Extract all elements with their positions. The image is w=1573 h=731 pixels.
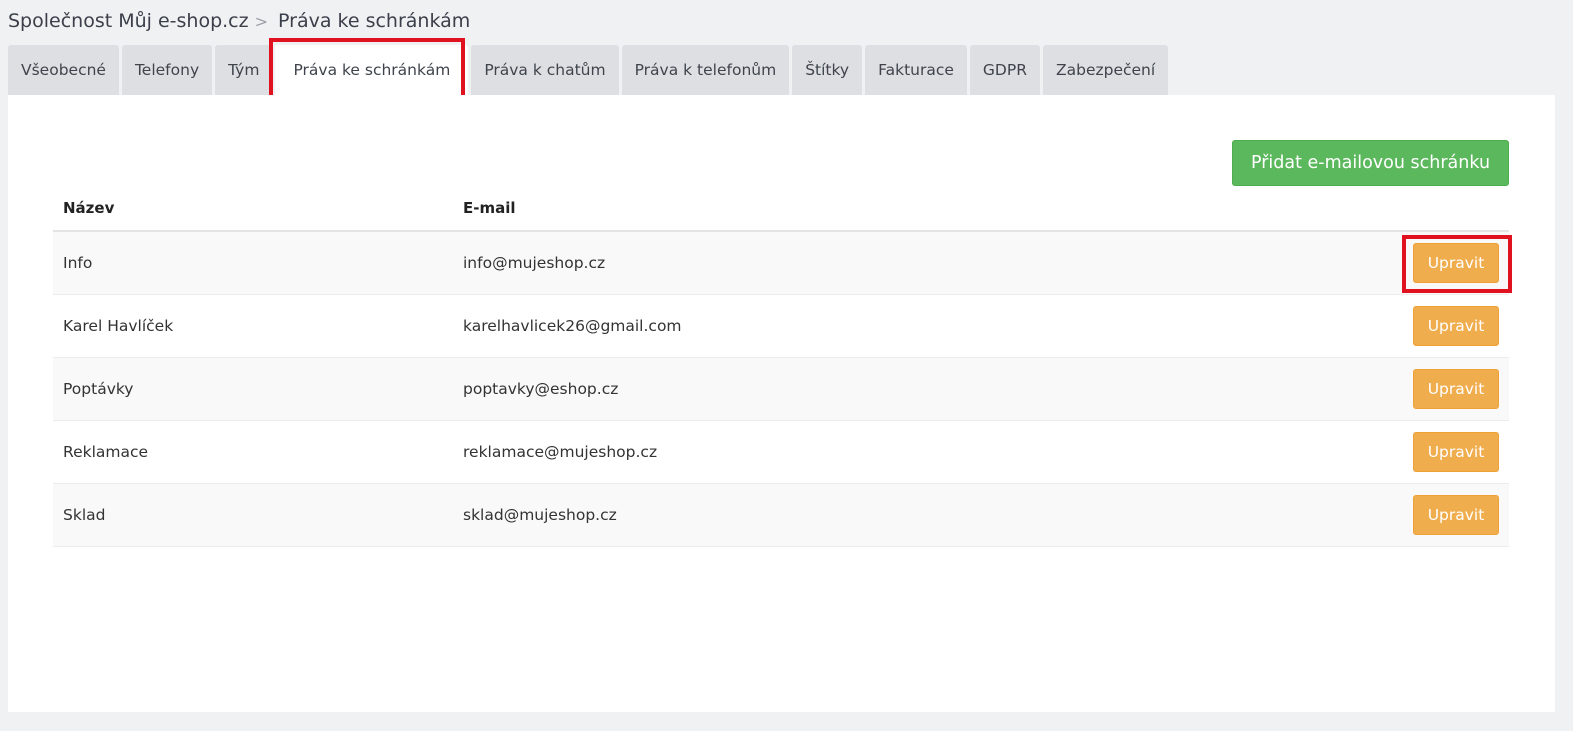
table-header: Název E-mail bbox=[53, 185, 1509, 232]
mailbox-panel: Přidat e-mailovou schránku Název E-mail … bbox=[8, 95, 1555, 712]
cell-name: Sklad bbox=[63, 506, 106, 524]
add-mailbox-button[interactable]: Přidat e-mailovou schránku bbox=[1232, 140, 1509, 186]
table-row: Reklamace reklamace@mujeshop.cz Upravit bbox=[53, 421, 1509, 484]
breadcrumb-company-link[interactable]: Společnost Můj e-shop.cz bbox=[8, 10, 249, 32]
edit-button[interactable]: Upravit bbox=[1413, 369, 1499, 409]
cell-email: karelhavlicek26@gmail.com bbox=[463, 317, 682, 335]
cell-action: Upravit bbox=[1399, 369, 1509, 409]
cell-action: Upravit bbox=[1399, 243, 1509, 283]
cell-action: Upravit bbox=[1399, 306, 1509, 346]
table-row: Info info@mujeshop.cz Upravit bbox=[53, 232, 1512, 295]
edit-button[interactable]: Upravit bbox=[1413, 243, 1499, 283]
tab-prava-ke-schrankam[interactable]: Práva ke schránkám bbox=[275, 45, 469, 95]
cell-email: sklad@mujeshop.cz bbox=[463, 506, 617, 524]
cell-name: Poptávky bbox=[63, 380, 134, 398]
cell-email: reklamace@mujeshop.cz bbox=[463, 443, 658, 461]
tab-tym[interactable]: Tým bbox=[215, 45, 273, 95]
breadcrumb: Společnost Můj e-shop.cz > Práva ke schr… bbox=[8, 10, 470, 32]
mailbox-table: Název E-mail Info info@mujeshop.cz Uprav… bbox=[53, 185, 1512, 547]
tab-vseobecne[interactable]: Všeobecné bbox=[8, 45, 119, 95]
tab-gdpr[interactable]: GDPR bbox=[969, 45, 1040, 95]
tab-stitky[interactable]: Štítky bbox=[792, 45, 863, 95]
edit-button[interactable]: Upravit bbox=[1413, 432, 1499, 472]
cell-action: Upravit bbox=[1399, 432, 1509, 472]
tab-zabezpeceni[interactable]: Zabezpečení bbox=[1043, 45, 1169, 95]
cell-name: Info bbox=[63, 254, 93, 272]
column-header-name: Název bbox=[63, 198, 115, 217]
edit-button[interactable]: Upravit bbox=[1413, 495, 1499, 535]
tab-bar: Všeobecné Telefony Tým Práva ke schránká… bbox=[8, 45, 1169, 95]
tab-fakturace[interactable]: Fakturace bbox=[865, 45, 967, 95]
table-row: Karel Havlíček karelhavlicek26@gmail.com… bbox=[53, 295, 1509, 358]
breadcrumb-separator: > bbox=[254, 11, 269, 31]
cell-email: poptavky@eshop.cz bbox=[463, 380, 619, 398]
page-title: Práva ke schránkám bbox=[278, 10, 471, 32]
cell-name: Reklamace bbox=[63, 443, 149, 461]
column-header-email: E-mail bbox=[463, 198, 516, 217]
table-row: Poptávky poptavky@eshop.cz Upravit bbox=[53, 358, 1509, 421]
tab-prava-k-chatum[interactable]: Práva k chatům bbox=[471, 45, 619, 95]
cell-name: Karel Havlíček bbox=[63, 317, 174, 335]
table-row: Sklad sklad@mujeshop.cz Upravit bbox=[53, 484, 1509, 547]
edit-button[interactable]: Upravit bbox=[1413, 306, 1499, 346]
tab-prava-k-telefonum[interactable]: Práva k telefonům bbox=[621, 45, 790, 95]
tab-telefony[interactable]: Telefony bbox=[121, 45, 213, 95]
cell-action: Upravit bbox=[1399, 495, 1509, 535]
cell-email: info@mujeshop.cz bbox=[463, 254, 606, 272]
